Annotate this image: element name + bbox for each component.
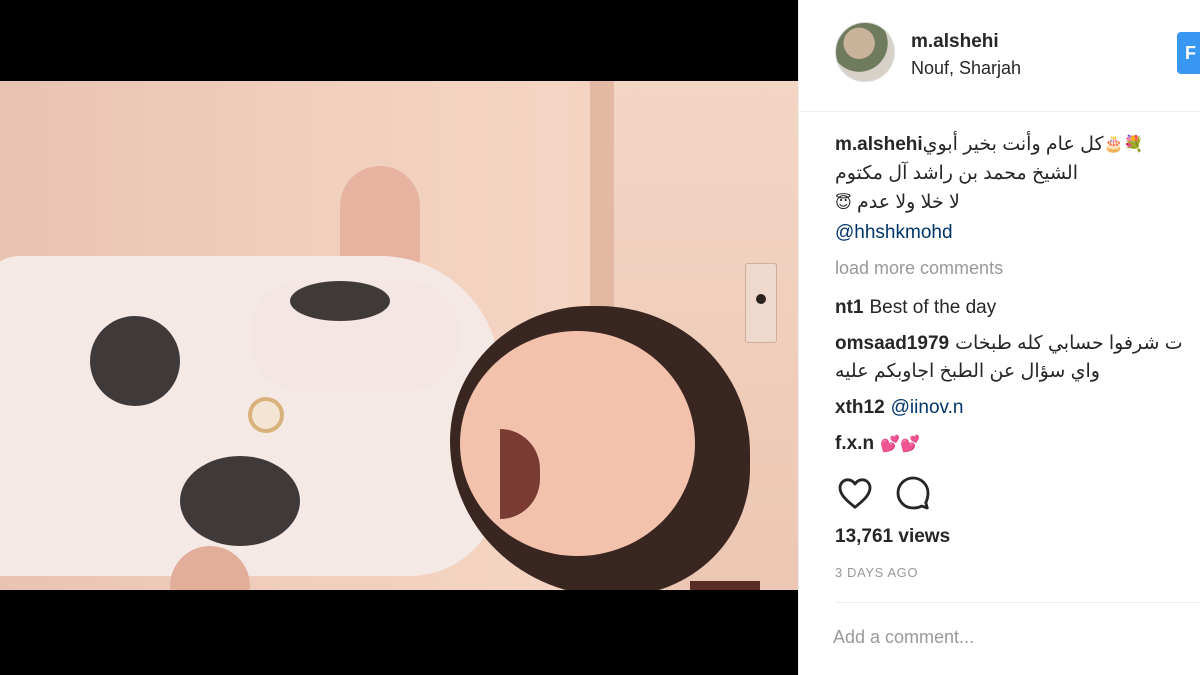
photo-medal xyxy=(248,397,284,433)
post-header: m.alshehi Nouf, Sharjah F xyxy=(799,0,1200,112)
photo-cabinet xyxy=(690,581,760,590)
comment: omsaad1979 ت شرفوا حسابي كله طبخات واي سؤ… xyxy=(835,330,1183,386)
photo-face xyxy=(460,331,695,556)
post-photo[interactable] xyxy=(0,81,798,590)
photo-print xyxy=(290,281,390,321)
header-location[interactable]: Nouf, Sharjah xyxy=(911,58,1021,79)
comment-text: ت شرفوا حسابي كله طبخات xyxy=(955,333,1183,354)
cake-icon: 🎂 xyxy=(1103,136,1124,154)
caption-line-1: كل عام وأنت بخير أبوي xyxy=(922,134,1104,155)
like-button[interactable] xyxy=(835,474,875,514)
avatar[interactable] xyxy=(835,22,895,82)
caption-username[interactable]: m.alshehi xyxy=(835,134,923,155)
caption-line-2: الشيخ محمد بن راشد آل مكتوم xyxy=(835,163,1078,185)
comment-username[interactable]: xth12 xyxy=(835,397,885,418)
comment-username[interactable]: f.x.n xyxy=(835,433,874,454)
follow-button[interactable]: F xyxy=(1177,32,1200,74)
speech-bubble-icon xyxy=(896,476,930,509)
photo-outlet xyxy=(745,263,777,343)
header-username[interactable]: m.alshehi xyxy=(911,31,999,53)
comment-button[interactable] xyxy=(893,474,933,514)
comment: nt1 Best of the day xyxy=(835,294,996,322)
caption-mention-link[interactable]: @hhshkmohd xyxy=(835,218,1200,248)
load-more-comments-link[interactable]: load more comments xyxy=(835,258,1003,279)
heart-outline-icon xyxy=(838,477,872,509)
post-timestamp[interactable]: 3 DAYS AGO xyxy=(835,565,918,580)
comment-text-line-2: واي سؤال عن الطبخ اجاوبكم عليه xyxy=(835,361,1100,382)
add-comment-input[interactable] xyxy=(833,622,1193,652)
media-pane xyxy=(0,0,798,675)
comment-username[interactable]: omsaad1979 xyxy=(835,333,949,354)
caption: m.alshehiكل عام وأنت بخير أبوي🎂💐 الشيخ م… xyxy=(835,130,1200,218)
comment-text: Best of the day xyxy=(869,297,997,318)
bouquet-icon: 💐 xyxy=(1123,136,1144,154)
angel-smile-icon: 😇 xyxy=(835,194,852,212)
divider xyxy=(835,602,1200,603)
photo-print xyxy=(90,316,180,406)
comment: xth12 @iinov.n xyxy=(835,394,963,422)
post-sidebar: m.alshehi Nouf, Sharjah F m.alshehiكل عا… xyxy=(798,0,1200,675)
caption-block: m.alshehiكل عام وأنت بخير أبوي🎂💐 الشيخ م… xyxy=(835,130,1200,248)
comment-mention-link[interactable]: @iinov.n xyxy=(891,397,964,418)
photo-print xyxy=(180,456,300,546)
comment-username[interactable]: nt1 xyxy=(835,297,864,318)
caption-line-3: لا خلا ولا عدم xyxy=(856,192,960,214)
comment: f.x.n 💕💕 xyxy=(835,430,920,459)
two-hearts-icon: 💕💕 xyxy=(880,436,920,453)
views-count[interactable]: 13,761 views xyxy=(835,526,950,548)
